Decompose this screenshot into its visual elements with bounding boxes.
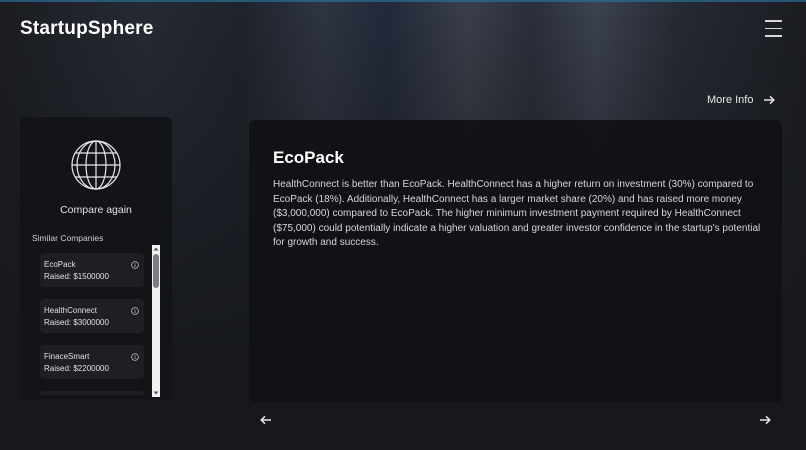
result-text: HealthConnect is better than EcoPack. He… xyxy=(273,179,761,249)
company-card[interactable]: EcoPack Raised: $1500000 xyxy=(40,253,144,287)
info-icon[interactable] xyxy=(131,353,139,361)
company-raised: Raised: $1500000 xyxy=(44,272,109,281)
company-card[interactable]: HealthConnect Raised: $3000000 xyxy=(40,299,144,333)
compare-again-button[interactable]: Compare again xyxy=(20,204,172,216)
company-name: FinaceSmart xyxy=(44,352,90,361)
result-title: EcoPack xyxy=(273,148,344,167)
company-raised: Raised: $3000000 xyxy=(44,318,109,327)
top-accent-line xyxy=(0,0,806,2)
hamburger-menu-icon[interactable] xyxy=(765,20,782,37)
more-info-label: More Info xyxy=(707,94,754,106)
logo[interactable]: StartupSphere xyxy=(20,18,154,40)
company-name: EcoPack xyxy=(44,260,76,269)
company-name: HealthConnect xyxy=(44,306,97,315)
sidebar-scrollbar[interactable] xyxy=(152,245,160,397)
comparison-result-card: EcoPack HealthConnect is better than Eco… xyxy=(249,120,782,402)
arrow-left-icon[interactable] xyxy=(260,415,272,425)
company-raised: Raised: $2200000 xyxy=(44,364,109,373)
globe-icon xyxy=(71,140,121,190)
info-icon[interactable] xyxy=(131,261,139,269)
arrow-right-icon xyxy=(764,95,776,105)
similar-companies-heading: Similar Companies xyxy=(32,233,104,243)
more-info-button[interactable]: More Info xyxy=(707,92,776,108)
company-card[interactable]: FinaceSmart Raised: $2200000 xyxy=(40,345,144,379)
scroll-up-icon[interactable] xyxy=(153,246,159,252)
info-icon[interactable] xyxy=(131,307,139,315)
scrollbar-thumb[interactable] xyxy=(153,254,159,288)
arrow-right-icon[interactable] xyxy=(759,415,771,425)
similar-companies-list: EcoPack Raised: $1500000 HealthConnect R… xyxy=(32,245,160,395)
comparison-sidebar: Compare again Similar Companies EcoPack … xyxy=(20,117,172,399)
scroll-down-icon[interactable] xyxy=(153,390,159,396)
company-card-partial[interactable] xyxy=(40,391,144,395)
